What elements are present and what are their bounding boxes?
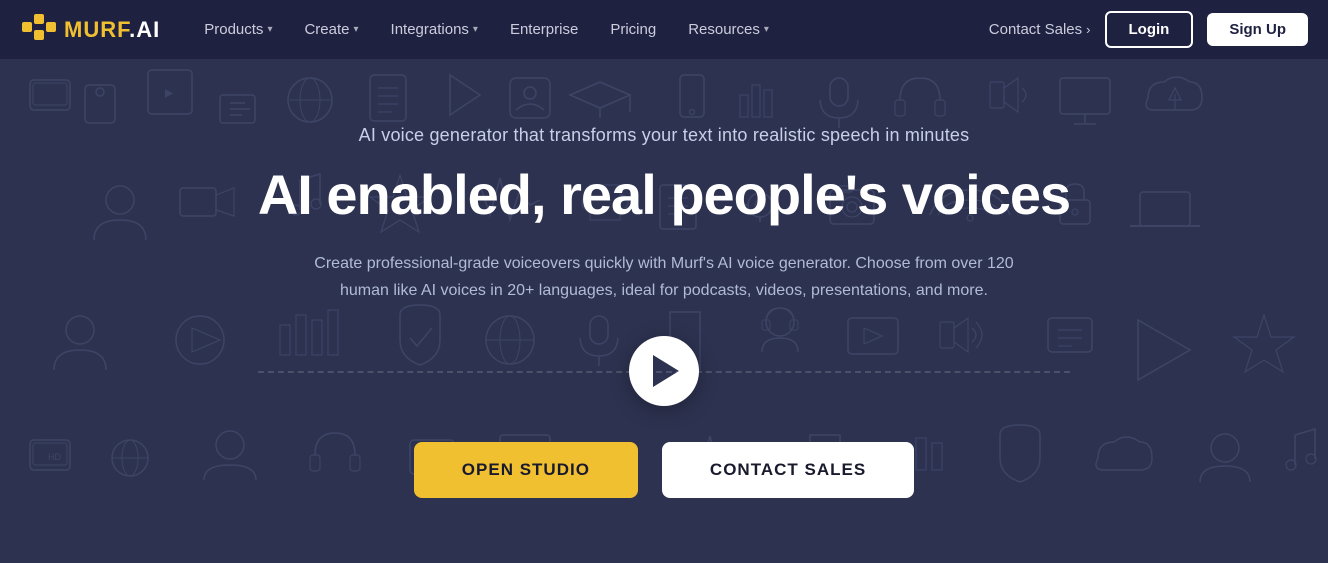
arrow-right-icon: › [1086, 22, 1090, 37]
hero-description: Create professional-grade voiceovers qui… [304, 250, 1024, 304]
nav-create[interactable]: Create ▾ [290, 13, 372, 46]
hero-title: AI enabled, real people's voices [258, 164, 1070, 226]
chevron-down-icon: ▾ [267, 24, 272, 35]
signup-button[interactable]: Sign Up [1207, 13, 1308, 46]
nav-pricing[interactable]: Pricing [596, 13, 670, 46]
chevron-down-icon: ▾ [473, 24, 478, 35]
contact-sales-nav-link[interactable]: Contact Sales › [989, 21, 1091, 38]
cta-buttons: OPEN STUDIO CONTACT SALES [258, 442, 1070, 498]
hero-section: ▶ [0, 0, 1328, 563]
play-row [258, 336, 1070, 406]
nav-products[interactable]: Products ▾ [190, 13, 286, 46]
hero-content: AI voice generator that transforms your … [238, 125, 1090, 498]
nav-integrations[interactable]: Integrations ▾ [377, 13, 492, 46]
svg-text:HD: HD [48, 452, 61, 462]
hero-subtitle: AI voice generator that transforms your … [258, 125, 1070, 146]
svg-text:▶: ▶ [165, 85, 174, 101]
nav-right: Contact Sales › Login Sign Up [989, 11, 1308, 48]
open-studio-button[interactable]: OPEN STUDIO [414, 442, 638, 498]
login-button[interactable]: Login [1105, 11, 1194, 48]
chevron-down-icon: ▾ [764, 24, 769, 35]
logo-text: MURF.AI [64, 17, 160, 43]
contact-sales-button[interactable]: CONTACT SALES [662, 442, 914, 498]
nav-links: Products ▾ Create ▾ Integrations ▾ Enter… [190, 13, 989, 46]
logo[interactable]: MURF.AI [20, 12, 160, 48]
logo-icon [20, 12, 56, 48]
dashed-divider [258, 371, 1070, 373]
nav-resources[interactable]: Resources ▾ [674, 13, 783, 46]
chevron-down-icon: ▾ [354, 24, 359, 35]
navbar: MURF.AI Products ▾ Create ▾ Integrations… [0, 0, 1328, 60]
nav-enterprise[interactable]: Enterprise [496, 13, 592, 46]
